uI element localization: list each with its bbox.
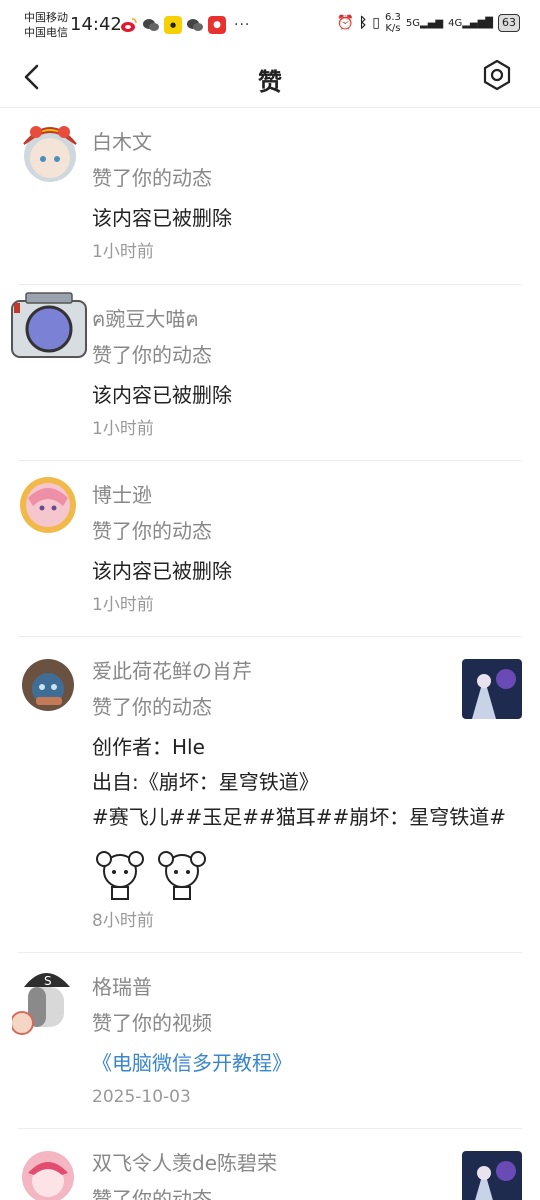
action-text: 赞了你的动态 [92,695,212,719]
app-yellow-icon: ● [164,16,182,34]
action-text: 赞了你的动态 [92,343,212,367]
settings-hexagon-icon [483,59,511,91]
list-item[interactable]: 双飞令人羡de陈碧荣 赞了你的动态 [18,1129,522,1200]
notification-icons: ● ● ··· [120,16,250,34]
post-thumbnail[interactable] [462,659,522,719]
content-line: #赛飞儿##玉足##猫耳##崩坏：星穹铁道# [92,805,507,829]
post-content[interactable]: 创作者：Hle 出自:《崩坏：星穹铁道》 #赛飞儿##玉足##猫耳##崩坏：星穹… [92,733,507,831]
alarm-icon: ⏰ [336,15,354,31]
net-speed-value: 6.3 [385,12,401,23]
timestamp: 1小时前 [92,242,154,262]
sticker-image [96,851,144,900]
avatar[interactable]: S [12,961,74,1035]
signal-4g-icon: 4G▂▄▆█ [448,17,493,29]
content-text[interactable]: 该内容已被删除 [92,557,522,585]
list-item[interactable]: 博士逊 赞了你的动态 该内容已被删除 1小时前 [18,461,522,637]
sticker-row [92,845,452,901]
username[interactable]: 博士逊 [92,481,522,509]
username[interactable]: ฅ豌豆大喵ฅ [92,305,522,333]
action-text: 赞了你的视频 [92,1011,212,1035]
carrier-2: 中国电信 [24,26,68,39]
timestamp: 1小时前 [92,419,154,439]
settings-button[interactable] [480,58,514,92]
svg-text:S: S [44,974,52,988]
username[interactable]: 白木文 [92,128,522,156]
wechat-icon-2 [186,16,204,34]
content-line: 出自:《崩坏：星穹铁道》 [92,770,319,794]
content-text[interactable]: 该内容已被删除 [92,204,522,232]
timestamp: 1小时前 [92,595,154,615]
signal-5g-icon: 5G▂▄▆ [405,17,444,29]
vibrate-icon: ▯ [372,15,380,31]
carrier-1: 中国移动 [24,11,68,24]
network-speed: 6.3 K/s [385,12,401,34]
battery-icon: 63 [498,14,520,32]
list-item[interactable]: ฅ豌豆大喵ฅ 赞了你的动态 该内容已被删除 1小时前 [11,285,522,461]
sig2-label: 4G [448,17,463,29]
page-title: 赞 [258,68,282,96]
system-icons: ⏰ ᛒ ▯ 6.3 K/s 5G▂▄▆ 4G▂▄▆█ 63 [336,12,520,34]
wechat-icon [142,16,160,34]
bluetooth-icon: ᛒ [358,15,368,31]
carrier-info: 中国移动 中国电信 [24,10,68,40]
content-text[interactable]: 该内容已被删除 [92,381,522,409]
weibo-icon [120,16,138,34]
list-item[interactable]: S 格瑞普 赞了你的视频 《电脑微信多开教程》 2025-10-03 [12,953,522,1129]
username[interactable]: 格瑞普 [92,973,522,1001]
sticker-image [158,851,206,900]
more-notifications: ··· [234,17,251,33]
likes-feed: 白木文 赞了你的动态 该内容已被删除 1小时前 ฅ豌豆大喵ฅ 赞了你的动态 该内… [0,108,540,1200]
action-text: 赞了你的动态 [92,1187,212,1200]
status-bar: 中国移动 中国电信 14:42 ● ● ··· ⏰ ᛒ ▯ 6.3 K/s 5G… [0,0,540,50]
status-time: 14:42 [70,14,122,35]
content-line: 创作者：Hle [92,735,205,759]
app-red-icon: ● [208,16,226,34]
avatar[interactable] [11,292,87,358]
nav-header: 赞 [0,50,540,108]
timestamp: 2025-10-03 [92,1087,191,1107]
list-item[interactable]: 白木文 赞了你的动态 该内容已被删除 1小时前 [18,108,522,285]
avatar[interactable] [22,126,77,182]
timestamp: 8小时前 [92,911,154,931]
avatar[interactable] [20,477,76,533]
action-text: 赞了你的动态 [92,519,212,543]
avatar[interactable] [22,1151,74,1200]
video-link[interactable]: 《电脑微信多开教程》 [92,1049,522,1077]
action-text: 赞了你的动态 [92,166,212,190]
avatar[interactable] [22,659,74,711]
username[interactable]: 双飞令人羡de陈碧荣 [92,1149,452,1177]
post-thumbnail[interactable] [462,1151,522,1200]
net-speed-unit: K/s [385,23,401,34]
username[interactable]: 爱此荷花鲜の肖芹 [92,657,452,685]
list-item[interactable]: 爱此荷花鲜の肖芹 赞了你的动态 创作者：Hle 出自:《崩坏：星穹铁道》 #赛飞… [18,637,522,953]
sig1-label: 5G [405,17,421,29]
